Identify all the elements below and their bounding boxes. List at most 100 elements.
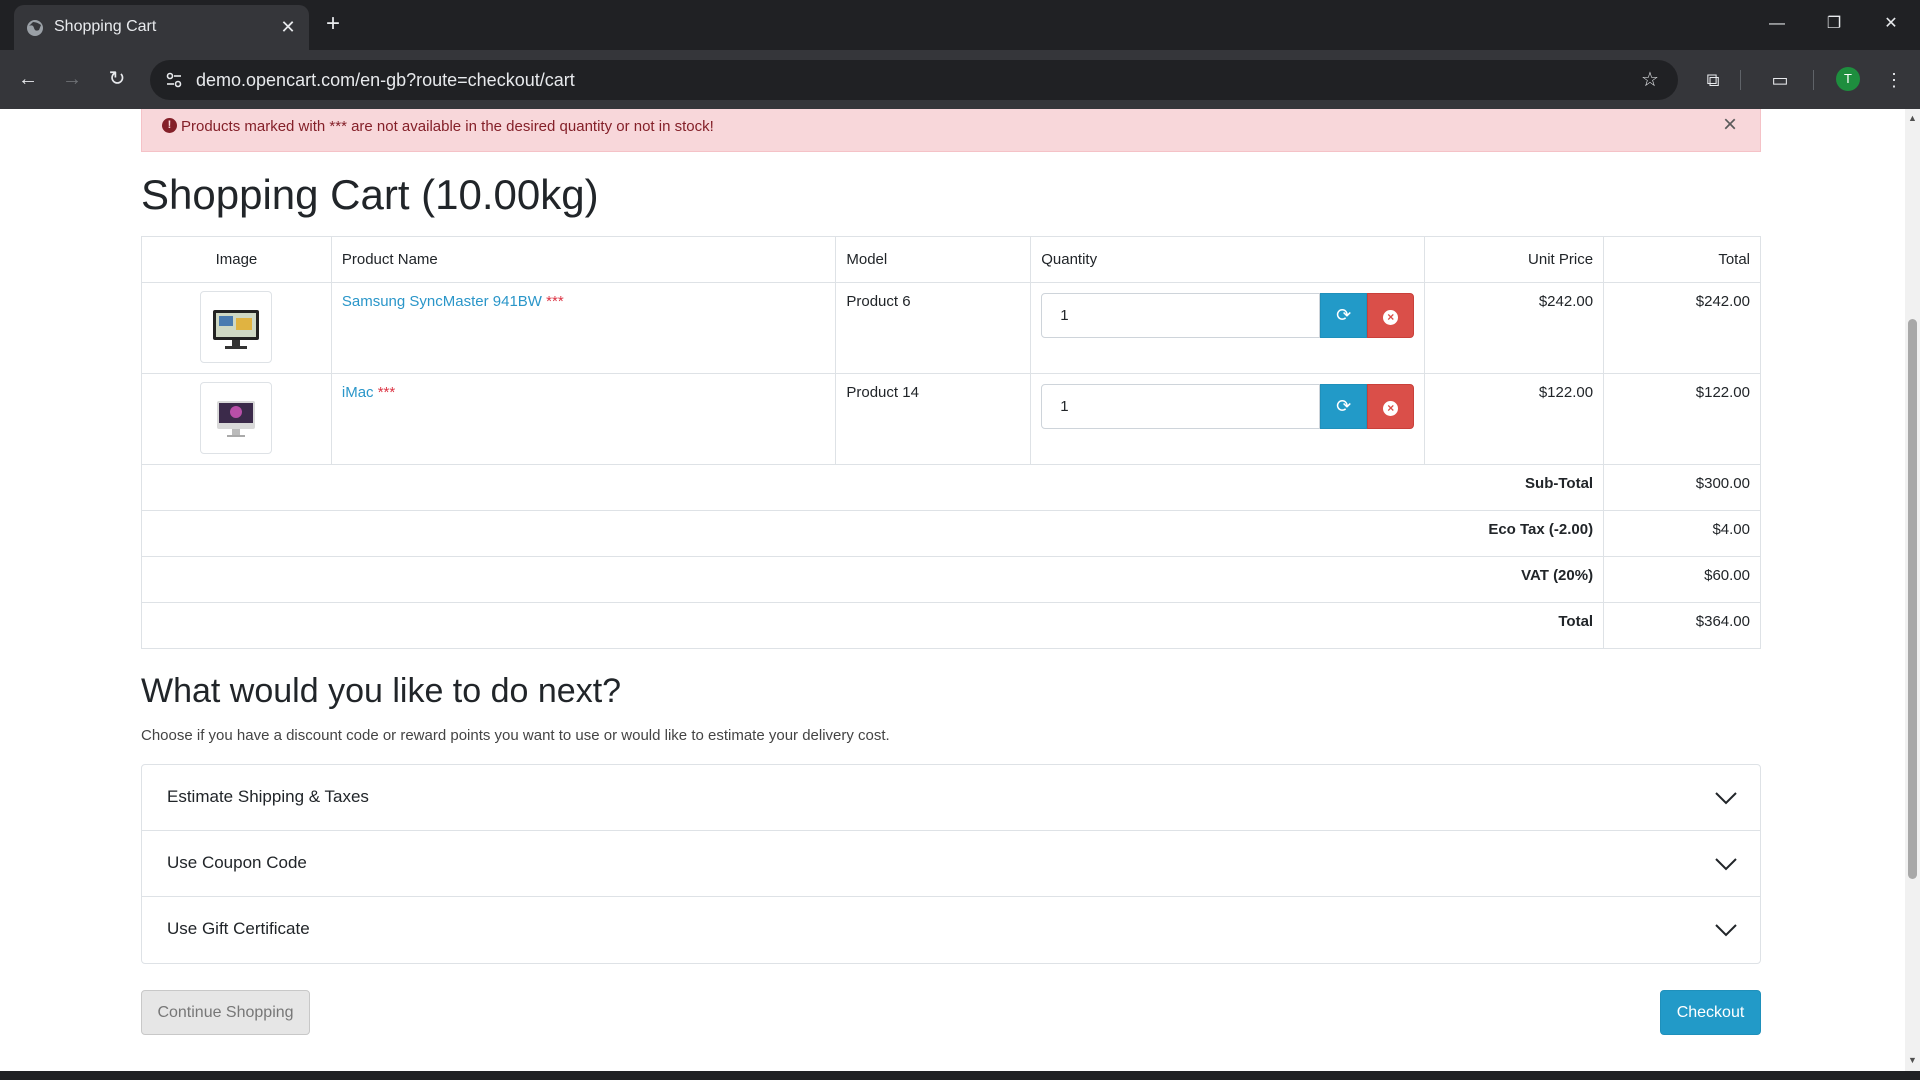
checkout-button[interactable]: Checkout [1660,990,1761,1035]
accordion-label: Use Gift Certificate [167,919,310,938]
page-viewport: ! Products marked with *** are not avail… [0,109,1905,1071]
forward-button[interactable]: → [57,64,87,94]
window-close-icon[interactable]: ✕ [1868,8,1914,40]
product-link[interactable]: Samsung SyncMaster 941BW [342,293,542,310]
window-bottom-edge [0,1071,1920,1080]
monitor-image [213,310,260,349]
line-total-cell: $122.00 [1603,373,1761,465]
vat-label: VAT (20%) [140,556,1605,603]
accordion-label: Use Coupon Code [167,853,307,872]
alert-close-icon[interactable]: × [1718,113,1742,137]
next-steps-accordion: Estimate Shipping & Taxes Use Coupon Cod… [141,764,1761,964]
product-name-cell: iMac *** [330,373,837,465]
continue-shopping-button[interactable]: Continue Shopping [141,990,310,1035]
accordion-shipping[interactable]: Estimate Shipping & Taxes [142,765,1760,831]
quantity-input[interactable]: 1 [1041,384,1321,429]
accordion-label: Estimate Shipping & Taxes [167,787,369,806]
browser-tab[interactable]: Shopping Cart ✕ [14,5,309,50]
url-text: demo.opencart.com/en-gb?route=checkout/c… [196,70,575,90]
minimize-icon[interactable]: — [1754,8,1800,40]
chevron-down-icon [1715,924,1737,937]
grand-total-label: Total [140,602,1605,649]
toolbar-divider [1740,70,1741,90]
browser-tab-strip: Shopping Cart ✕ + — ❐ ✕ [0,0,1920,50]
grand-total-value: $364.00 [1603,602,1761,649]
toolbar-divider [1813,70,1814,90]
chevron-down-icon [1715,792,1737,805]
browser-toolbar: ← → ↻ demo.opencart.com/en-gb?route=chec… [0,50,1920,109]
quantity-group: 1 ⟳ × [1041,384,1415,429]
out-of-stock-marker: *** [546,293,564,310]
image-cell [141,282,332,374]
page-title: Shopping Cart (10.00kg) [141,171,599,218]
header-total: Total [1603,236,1761,283]
subtotal-label: Sub-Total [140,464,1605,511]
tab-close-icon[interactable]: ✕ [276,15,300,39]
header-model: Model [835,236,1032,283]
product-name-cell: Samsung SyncMaster 941BW *** [330,282,837,374]
remove-item-button[interactable]: × [1367,384,1415,429]
content-container: ! Products marked with *** are not avail… [140,109,1761,1035]
exclamation-circle-icon: ! [162,118,177,133]
eco-tax-value: $4.00 [1603,510,1761,557]
quantity-cell: 1 ⟳ × [1030,282,1426,374]
profile-avatar[interactable]: T [1836,67,1860,91]
page-scrollbar[interactable]: ▲ ▼ [1905,109,1920,1071]
header-quantity: Quantity [1030,236,1426,283]
eco-tax-row: Eco Tax (-2.00) $4.00 [140,510,1761,557]
tab-title: Shopping Cart [54,18,157,35]
globe-icon [27,20,43,36]
scroll-thumb[interactable] [1908,319,1917,879]
scroll-down-icon[interactable]: ▼ [1907,1055,1918,1066]
product-thumbnail[interactable] [200,291,273,363]
quantity-input[interactable]: 1 [1041,293,1321,338]
address-bar[interactable]: demo.opencart.com/en-gb?route=checkout/c… [150,60,1678,100]
update-quantity-button[interactable]: ⟳ [1320,293,1368,338]
quantity-group: 1 ⟳ × [1041,293,1415,338]
next-steps-heading: What would you like to do next? [141,672,622,710]
menu-icon[interactable]: ⋮ [1880,66,1908,94]
model-cell: Product 6 [835,282,1032,374]
cart-header-row: Image Product Name Model Quantity Unit P… [141,236,1761,283]
model-cell: Product 14 [835,373,1032,465]
subtotal-row: Sub-Total $300.00 [140,464,1761,511]
refresh-icon: ⟳ [1336,396,1352,416]
header-image: Image [141,236,332,283]
out-of-stock-marker: *** [377,384,396,401]
vat-row: VAT (20%) $60.00 [140,556,1761,603]
header-product-name: Product Name [330,236,837,283]
unit-price-cell: $242.00 [1424,282,1605,374]
accordion-coupon[interactable]: Use Coupon Code [142,831,1760,897]
product-link[interactable]: iMac [342,384,374,401]
bookmark-star-icon[interactable]: ☆ [1638,68,1662,92]
cart-row: iMac *** Product 14 1 ⟳ × $122.00 $122.0… [141,373,1761,465]
extensions-icon[interactable]: ⧉ [1699,66,1727,94]
alert-message: Products marked with *** are not availab… [181,118,714,135]
site-info-icon[interactable] [164,70,184,90]
restore-icon[interactable]: ❐ [1811,8,1857,40]
new-tab-button[interactable]: + [318,10,348,40]
scroll-up-icon[interactable]: ▲ [1907,113,1918,124]
cart-actions: Continue Shopping Checkout [141,990,1761,1035]
chevron-down-icon [1715,858,1737,871]
accordion-gift-certificate[interactable]: Use Gift Certificate [142,897,1760,963]
header-unit-price: Unit Price [1424,236,1605,283]
eco-tax-label: Eco Tax (-2.00) [140,510,1605,557]
quantity-cell: 1 ⟳ × [1030,373,1426,465]
refresh-icon: ⟳ [1336,305,1352,325]
cart-row: Samsung SyncMaster 941BW *** Product 6 1… [141,282,1761,374]
grand-total-row: Total $364.00 [140,602,1761,649]
reading-mode-icon[interactable]: ▭ [1766,66,1794,94]
vat-value: $60.00 [1603,556,1761,603]
remove-item-button[interactable]: × [1367,293,1415,338]
back-button[interactable]: ← [13,64,43,94]
subtotal-value: $300.00 [1603,464,1761,511]
update-quantity-button[interactable]: ⟳ [1320,384,1368,429]
line-total-cell: $242.00 [1603,282,1761,374]
remove-icon: × [1383,401,1399,416]
reload-button[interactable]: ↻ [102,64,132,94]
product-thumbnail[interactable] [200,382,273,454]
image-cell [141,373,332,465]
remove-icon: × [1383,310,1399,325]
next-steps-description: Choose if you have a discount code or re… [141,727,890,744]
